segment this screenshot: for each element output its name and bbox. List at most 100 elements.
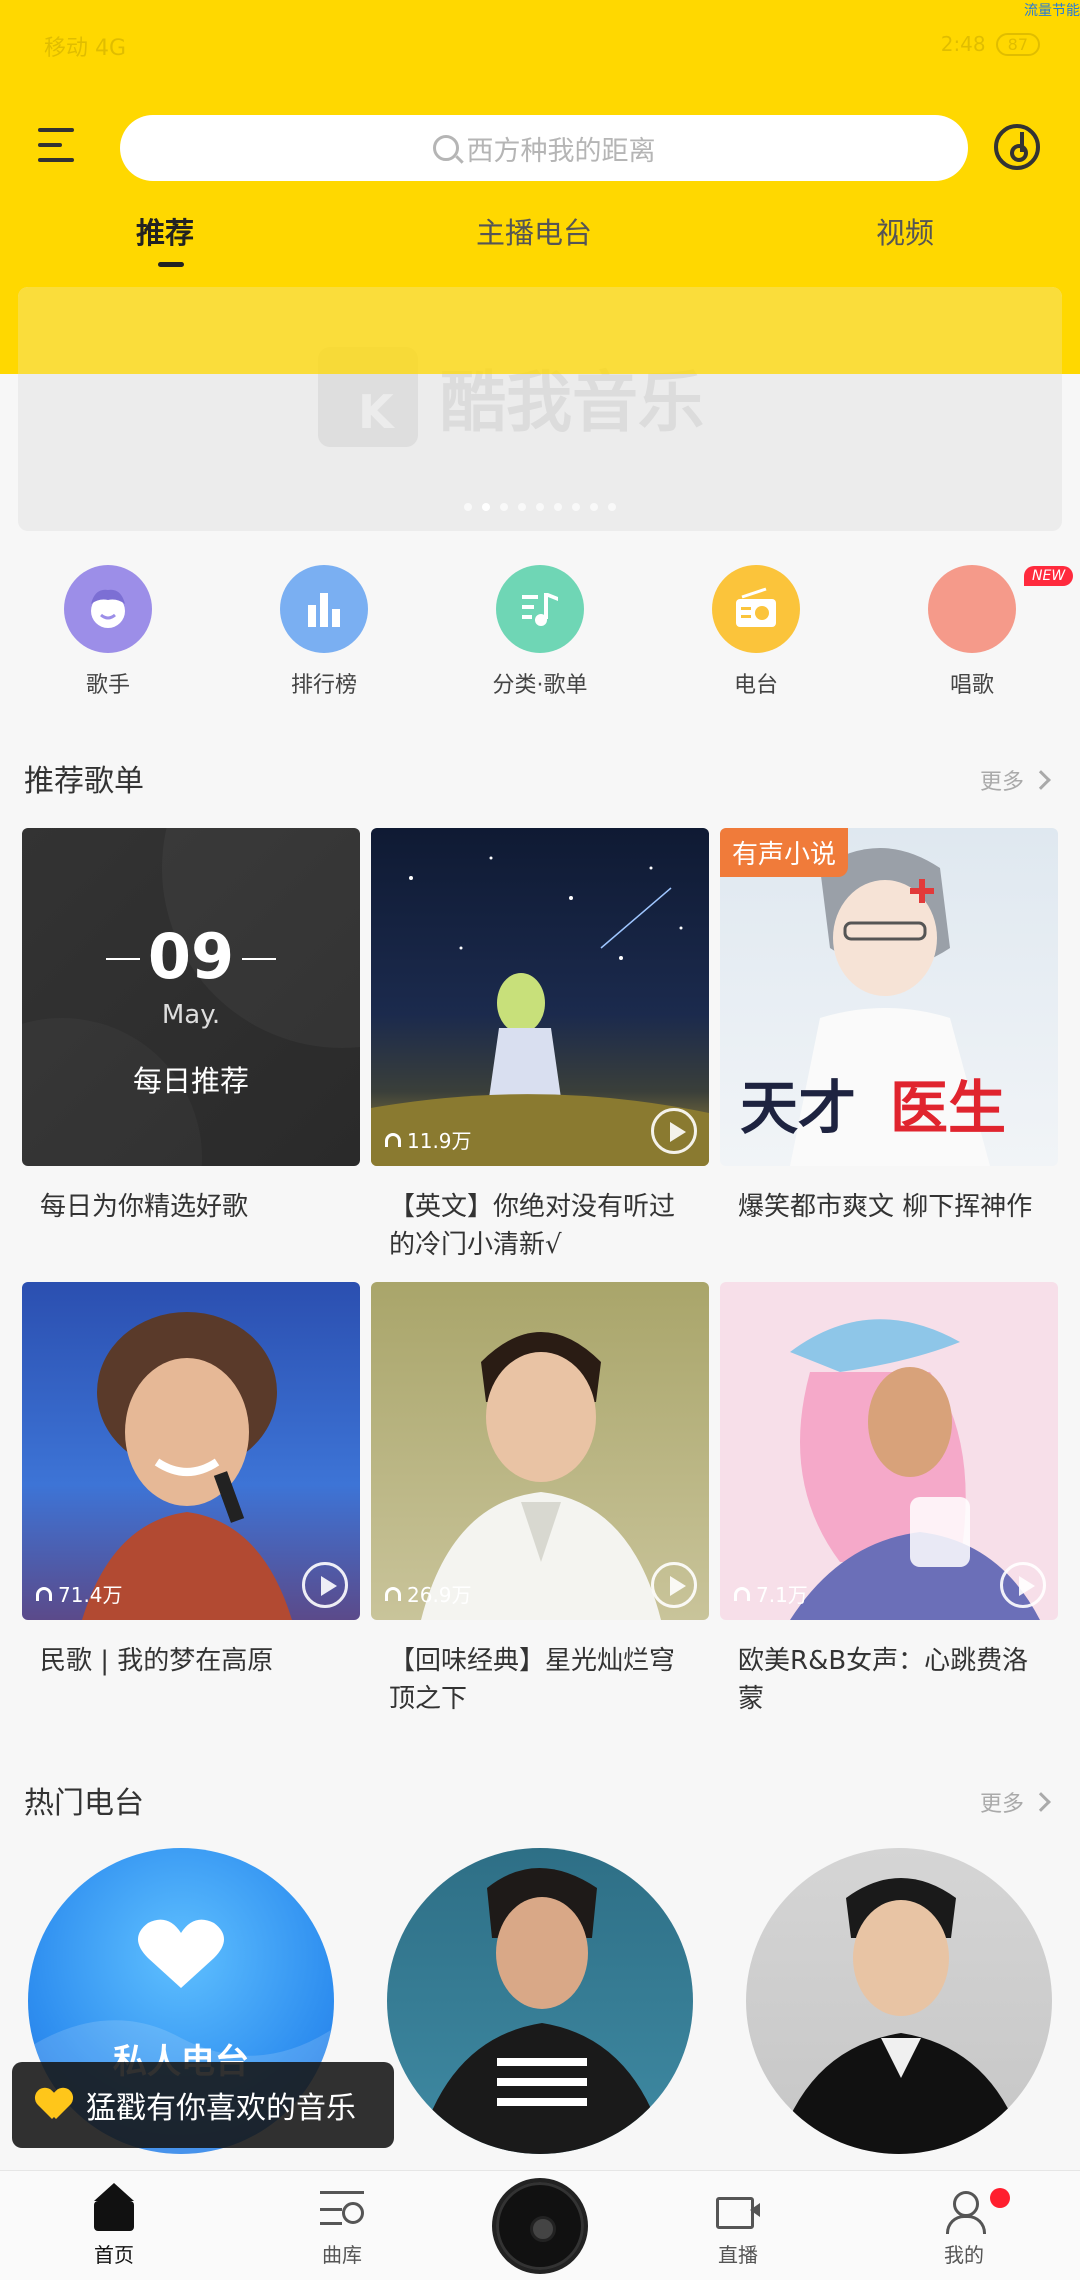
tab-video[interactable]: 视频 <box>876 210 934 252</box>
recommend-more-link[interactable]: 更多 <box>979 764 1051 796</box>
daily-cover: 09 May. 每日推荐 <box>22 828 360 1166</box>
status-right: 2:48 87 <box>941 32 1040 56</box>
radio-card[interactable] <box>387 1848 693 2154</box>
carousel-dot <box>554 503 562 511</box>
play-icon[interactable] <box>1000 1562 1046 1608</box>
carousel-dot <box>464 503 472 511</box>
nav-label: 直播 <box>718 2243 758 2267</box>
play-icon[interactable] <box>651 1108 697 1154</box>
singer-face-icon <box>64 565 152 653</box>
headphone-icon <box>385 1132 401 1147</box>
playlist-card[interactable]: 26.9万 【回味经典】星光灿烂穹顶之下 <box>371 1282 709 1718</box>
search-placeholder: 西方种我的距离 <box>466 135 656 167</box>
carousel-dot <box>500 503 508 511</box>
playlist-card-daily[interactable]: 09 May. 每日推荐 每日为你精选好歌 <box>22 828 360 1226</box>
menu-icon[interactable] <box>38 128 78 162</box>
user-icon <box>942 2191 986 2234</box>
shortcut-charts[interactable]: 排行榜 <box>244 565 404 699</box>
nav-home[interactable]: 首页 <box>54 2183 174 2268</box>
play-count-text: 11.9万 <box>407 1129 472 1153</box>
banner-carousel[interactable]: 酷我音乐 <box>18 287 1062 531</box>
player-disc-icon[interactable] <box>492 2178 588 2274</box>
shortcut-label: 歌手 <box>85 673 130 698</box>
chevron-right-icon <box>1031 1792 1051 1812</box>
carousel-dot <box>536 503 544 511</box>
play-count-text: 26.9万 <box>407 1583 472 1607</box>
playlist-cover-image: 71.4万 <box>22 1282 360 1620</box>
carousel-dots <box>18 503 1062 511</box>
playlist-card[interactable]: 7.1万 欧美R&B女声：心跳费洛蒙 <box>720 1282 1058 1718</box>
playlist-cover-image: 7.1万 <box>720 1282 1058 1620</box>
play-count-text: 7.1万 <box>756 1583 808 1607</box>
shortcut-label: 唱歌 <box>949 673 994 698</box>
video-camera-icon <box>716 2191 760 2231</box>
library-search-icon <box>320 2191 364 2231</box>
category-shortcuts: 歌手 排行榜 分类·歌单 电台 唱歌 <box>0 565 1080 705</box>
chevron-right-icon <box>1031 770 1051 790</box>
playlist-cover-image: 11.9万 <box>371 828 709 1166</box>
daily-label: 每日推荐 <box>132 1064 249 1098</box>
carousel-dot <box>608 503 616 511</box>
headphone-icon <box>385 1586 401 1601</box>
heart-icon <box>36 2089 72 2121</box>
shortcut-label: 电台 <box>733 673 778 698</box>
more-label: 更多 <box>979 1792 1024 1817</box>
playlist-cover-image: 天才 医生 有声小说 <box>720 828 1058 1166</box>
shortcut-playlists[interactable]: 分类·歌单 <box>460 565 620 699</box>
tip-toast[interactable]: 猛戳有你喜欢的音乐 <box>12 2062 394 2148</box>
data-saver-text: 流量节能 <box>1024 2 1080 18</box>
playlist-cover-image: 26.9万 <box>371 1282 709 1620</box>
new-badge: NEW <box>1024 566 1074 586</box>
toast-text: 猛戳有你喜欢的音乐 <box>86 2091 356 2126</box>
playlist-title: 爆笑都市爽文 柳下挥神作 <box>738 1192 1033 1222</box>
clock-text: 2:48 <box>940 32 986 56</box>
music-recognize-icon[interactable] <box>994 124 1040 170</box>
nav-live[interactable]: 直播 <box>678 2191 798 2268</box>
shortcut-singer[interactable]: 歌手 <box>28 565 188 699</box>
nav-label: 我的 <box>944 2243 984 2267</box>
carousel-dot <box>518 503 526 511</box>
play-icon[interactable] <box>651 1562 697 1608</box>
play-count: 11.9万 <box>385 1125 472 1154</box>
playlist-card[interactable]: 71.4万 民歌 | 我的梦在高原 <box>22 1282 360 1680</box>
section-title-radio: 热门电台 <box>24 1786 144 1821</box>
carousel-dot <box>572 503 580 511</box>
shortcut-label: 分类·歌单 <box>492 673 588 698</box>
svg-text:天才: 天才 <box>740 1076 856 1141</box>
play-count: 71.4万 <box>36 1579 123 1608</box>
more-label: 更多 <box>979 770 1024 795</box>
playlist-card[interactable]: 11.9万 【英文】你绝对没有听过的冷门小清新√ <box>371 828 709 1264</box>
playlist-title: 每日为你精选好歌 <box>40 1192 249 1222</box>
daily-month: May. <box>161 1000 221 1030</box>
tab-anchor-radio[interactable]: 主播电台 <box>476 210 592 252</box>
radio-card[interactable] <box>746 1848 1052 2154</box>
playlist-title: 民歌 | 我的梦在高原 <box>40 1646 274 1676</box>
play-icon[interactable] <box>302 1562 348 1608</box>
playlist-note-icon <box>496 565 584 653</box>
tab-recommend[interactable]: 推荐 <box>136 210 194 252</box>
shortcut-radio[interactable]: 电台 <box>676 565 836 699</box>
bar-chart-icon <box>280 565 368 653</box>
section-title-recommend: 推荐歌单 <box>24 764 144 799</box>
playlist-title: 【回味经典】星光灿烂穹顶之下 <box>389 1646 676 1714</box>
search-input[interactable]: 西方种我的距离 <box>120 115 968 181</box>
battery-icon: 87 <box>995 32 1040 56</box>
radio-more-link[interactable]: 更多 <box>979 1786 1051 1818</box>
banner-header-overlay <box>18 287 1062 374</box>
shortcut-label: 排行榜 <box>290 673 357 698</box>
playlist-card[interactable]: 天才 医生 有声小说 爆笑都市爽文 柳下挥神作 <box>720 828 1058 1226</box>
tab-indicator <box>158 262 184 267</box>
play-count: 7.1万 <box>734 1579 808 1608</box>
status-bar: 流量节能 移动 4G 2:48 87 <box>0 0 1080 90</box>
audio-novel-tag: 有声小说 <box>720 828 849 877</box>
nav-library[interactable]: 曲库 <box>282 2191 402 2268</box>
carousel-dot-active <box>482 503 490 511</box>
carrier-text: 移动 4G <box>44 36 127 61</box>
play-count: 26.9万 <box>385 1579 472 1608</box>
top-tabs: 推荐 主播电台 视频 <box>0 210 1080 270</box>
nav-label: 首页 <box>94 2243 134 2267</box>
headphone-icon <box>36 1586 52 1601</box>
daily-day: 09 <box>147 920 235 993</box>
notification-dot <box>990 2188 1010 2208</box>
nav-label: 曲库 <box>322 2243 362 2267</box>
